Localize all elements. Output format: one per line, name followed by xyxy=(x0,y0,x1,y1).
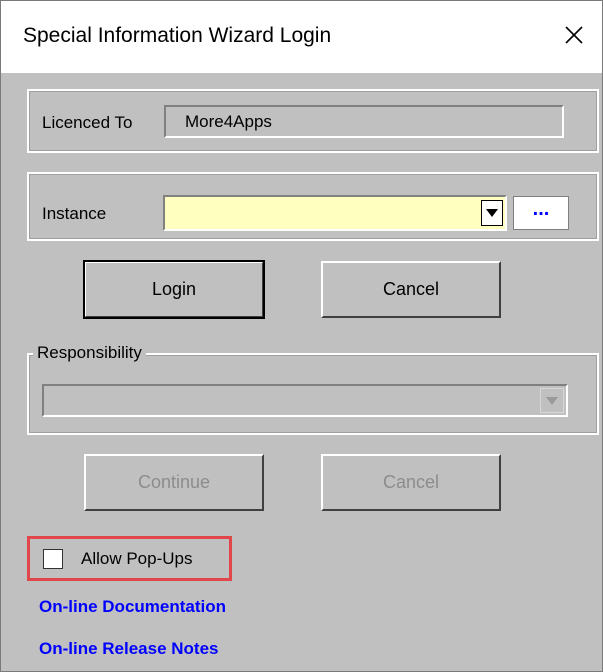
online-documentation-link[interactable]: On-line Documentation xyxy=(39,597,226,617)
login-button[interactable]: Login xyxy=(83,260,265,319)
login-label: Login xyxy=(151,279,197,299)
licence-frame: Licenced To More4Apps xyxy=(27,89,599,153)
cancel-button[interactable]: Cancel xyxy=(321,261,501,318)
licence-value-field: More4Apps xyxy=(164,105,564,138)
licence-value: More4Apps xyxy=(185,112,272,131)
chevron-down-icon xyxy=(486,209,498,217)
allow-popups-checkbox[interactable] xyxy=(43,549,63,569)
instance-dropdown[interactable] xyxy=(163,195,507,231)
close-icon xyxy=(565,26,583,44)
allow-popups-label[interactable]: Allow Pop-Ups xyxy=(81,549,193,569)
responsibility-cancel-button[interactable]: Cancel xyxy=(321,454,501,511)
continue-label: Continue xyxy=(137,472,211,492)
responsibility-legend: Responsibility xyxy=(33,343,146,363)
responsibility-group xyxy=(27,353,599,435)
instance-label: Instance xyxy=(42,204,107,223)
window-title: Special Information Wizard Login xyxy=(23,24,332,47)
responsibility-dropdown[interactable] xyxy=(42,384,568,417)
licence-label: Licenced To xyxy=(42,113,133,132)
instance-browse-label: ... xyxy=(532,197,550,220)
continue-button[interactable]: Continue xyxy=(84,454,264,511)
title-bar[interactable]: Special Information Wizard Login xyxy=(1,1,602,73)
chevron-down-icon xyxy=(546,396,558,405)
responsibility-dropdown-arrow[interactable] xyxy=(540,388,564,413)
close-button[interactable] xyxy=(554,15,594,55)
instance-frame: Instance ... xyxy=(27,172,599,241)
dialog-body: Licenced To More4Apps Instance ... Login… xyxy=(1,73,602,671)
cancel-label: Cancel xyxy=(382,279,440,299)
online-release-notes-link[interactable]: On-line Release Notes xyxy=(39,639,219,659)
login-dialog: Special Information Wizard Login Licence… xyxy=(0,0,603,672)
instance-dropdown-arrow[interactable] xyxy=(481,200,503,226)
responsibility-cancel-label: Cancel xyxy=(382,472,440,492)
instance-browse-button[interactable]: ... xyxy=(513,196,569,230)
